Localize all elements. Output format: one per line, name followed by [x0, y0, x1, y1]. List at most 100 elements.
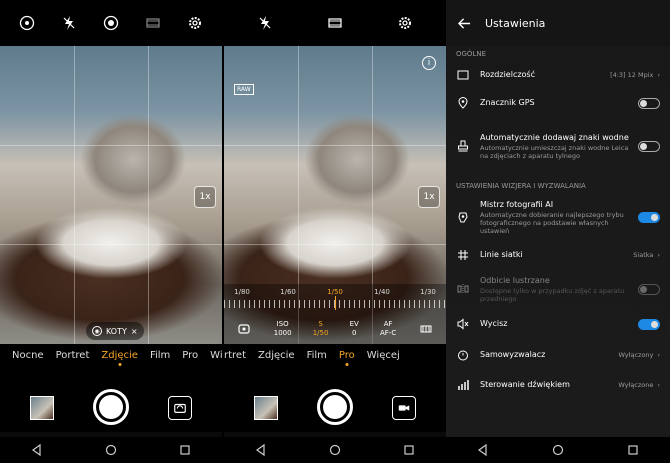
setting-gps[interactable]: Znacznik GPS	[446, 88, 670, 118]
metering-icon[interactable]	[235, 320, 253, 338]
mode-film[interactable]: Film	[307, 350, 327, 361]
param-ev[interactable]: EV 0	[350, 320, 359, 338]
viewfinder[interactable]: 1x ◉ KOTY ×	[0, 46, 222, 344]
settings-list: OGÓLNE Rozdzielczość [4:3] 12 Mpix › Zna…	[446, 46, 670, 437]
shutter-ruler[interactable]: 1/80 1/60 1/50 1/40 1/30	[224, 284, 446, 314]
grid-line	[148, 46, 149, 344]
section-header-viewfinder: USTAWIENIA WIZJERA I WYZWALANIA	[456, 182, 586, 190]
info-icon[interactable]: i	[422, 56, 436, 70]
android-navbar	[446, 437, 670, 463]
mode-zdjecie[interactable]: Zdjęcie	[258, 350, 295, 361]
mode-wiecej[interactable]: Więcej	[367, 350, 400, 361]
zoom-button[interactable]: 1x	[194, 186, 216, 208]
param-shutter-value: 1/50	[312, 329, 329, 337]
grid-line	[74, 46, 75, 344]
param-shutter[interactable]: S 1/50	[313, 320, 329, 338]
gallery-thumbnail[interactable]	[254, 396, 278, 420]
moving-picture-icon[interactable]	[326, 14, 344, 32]
setting-label: Samowyzwalacz	[480, 350, 546, 359]
recents-nav-icon[interactable]	[403, 444, 415, 456]
setting-grid-lines[interactable]: Linie siatki Siatka ›	[446, 240, 670, 270]
grid-icon	[456, 248, 470, 262]
gear-icon[interactable]	[396, 14, 414, 32]
shutter-button[interactable]	[317, 389, 353, 425]
mute-toggle[interactable]	[638, 318, 660, 330]
param-af[interactable]: AF AF-C	[380, 320, 396, 338]
mode-pro[interactable]: Pro	[182, 350, 198, 361]
video-mode-button[interactable]	[392, 396, 416, 420]
scene-tag[interactable]: ◉ KOTY ×	[86, 322, 144, 340]
setting-watermark[interactable]: Automatycznie dodawaj znaki wodne Automa…	[446, 118, 670, 174]
mode-film[interactable]: Film	[150, 350, 170, 361]
setting-sound-control[interactable]: Sterowanie dźwiękiem Wyłączone ›	[446, 370, 670, 400]
switch-camera-button[interactable]	[168, 396, 192, 420]
ruler-marker	[335, 296, 336, 310]
recents-nav-icon[interactable]	[179, 444, 191, 456]
setting-text: Odbicie lustrzane Dostępne tylko w przyp…	[480, 276, 632, 303]
setting-label: Mistrz fotografii AI	[480, 199, 554, 209]
param-iso[interactable]: ISO 1000	[274, 320, 292, 338]
back-nav-icon[interactable]	[477, 444, 489, 456]
ai-master-icon	[456, 210, 470, 224]
watermark-toggle[interactable]	[638, 140, 660, 152]
home-nav-icon[interactable]	[329, 444, 341, 456]
resolution-icon	[456, 68, 470, 82]
setting-master-ai[interactable]: Mistrz fotografii AI Automatyczne dobier…	[446, 194, 670, 240]
ai-eye-icon[interactable]	[18, 14, 36, 32]
setting-timer[interactable]: Samowyzwalacz Wyłączony ›	[446, 340, 670, 370]
mirror-toggle	[638, 283, 660, 295]
recents-nav-icon[interactable]	[627, 444, 639, 456]
gps-toggle[interactable]	[638, 97, 660, 109]
param-ev-value: 0	[351, 329, 357, 337]
aperture-icon[interactable]	[102, 14, 120, 32]
page-title: Ustawienia	[485, 16, 546, 30]
mode-strip: rtret Zdjęcie Film Pro Więcej	[224, 344, 446, 366]
mode-portret[interactable]: rtret	[224, 350, 246, 361]
white-balance-icon[interactable]	[417, 320, 435, 338]
grid-line	[0, 145, 222, 146]
switch-camera-icon	[174, 403, 186, 413]
setting-mute[interactable]: Wycisz	[446, 308, 670, 340]
chevron-right-icon: ›	[657, 71, 660, 79]
back-arrow-icon[interactable]	[458, 17, 471, 30]
setting-value: Siatka	[633, 251, 654, 259]
ai-scene-icon: ◉	[92, 326, 102, 336]
gallery-thumbnail[interactable]	[30, 396, 54, 420]
mode-pro[interactable]: Pro	[339, 350, 355, 361]
ruler-label: 1/60	[280, 288, 296, 296]
moving-picture-icon[interactable]	[144, 14, 162, 32]
ruler-label: 1/80	[234, 288, 250, 296]
setting-resolution[interactable]: Rozdzielczość [4:3] 12 Mpix ›	[446, 62, 670, 88]
shutter-button[interactable]	[93, 389, 129, 425]
mode-zdjecie[interactable]: Zdjęcie	[101, 350, 138, 361]
camera-controls	[0, 366, 222, 432]
home-nav-icon[interactable]	[552, 444, 564, 456]
home-nav-icon[interactable]	[105, 444, 117, 456]
param-shutter-label: S	[318, 320, 323, 328]
back-nav-icon[interactable]	[31, 444, 43, 456]
setting-description: Automatycznie umieszczaj znaki wodne Lei…	[480, 143, 629, 160]
setting-value: Wyłączony	[618, 351, 654, 359]
viewfinder[interactable]: i RAW 1x 1/80 1/60 1/50 1/40 1/30 ISO 100…	[224, 46, 446, 344]
param-iso-value: 1000	[273, 329, 292, 337]
setting-mirror: Odbicie lustrzane Dostępne tylko w przyp…	[446, 270, 670, 308]
master-ai-toggle[interactable]	[638, 211, 660, 223]
scene-tag-label: KOTY	[106, 326, 127, 336]
ruler-label-active: 1/50	[327, 288, 343, 296]
close-icon[interactable]: ×	[131, 327, 138, 336]
gear-icon[interactable]	[186, 14, 204, 32]
camera-controls	[224, 366, 446, 432]
setting-description: Dostępne tylko w przypadku zdjęć z apara…	[480, 286, 625, 303]
mode-portret[interactable]: Portret	[56, 350, 90, 361]
zoom-button[interactable]: 1x	[418, 186, 440, 208]
mode-nocne[interactable]: Nocne	[12, 350, 44, 361]
flash-off-icon[interactable]	[256, 14, 274, 32]
back-nav-icon[interactable]	[255, 444, 267, 456]
camera-topbar	[224, 0, 446, 46]
android-navbar	[224, 437, 446, 463]
camera-topbar	[0, 0, 222, 46]
mode-wiecej[interactable]: Więcej	[210, 350, 222, 361]
setting-value: Wyłączone	[618, 381, 654, 389]
flash-off-icon[interactable]	[60, 14, 78, 32]
raw-badge: RAW	[234, 84, 254, 95]
